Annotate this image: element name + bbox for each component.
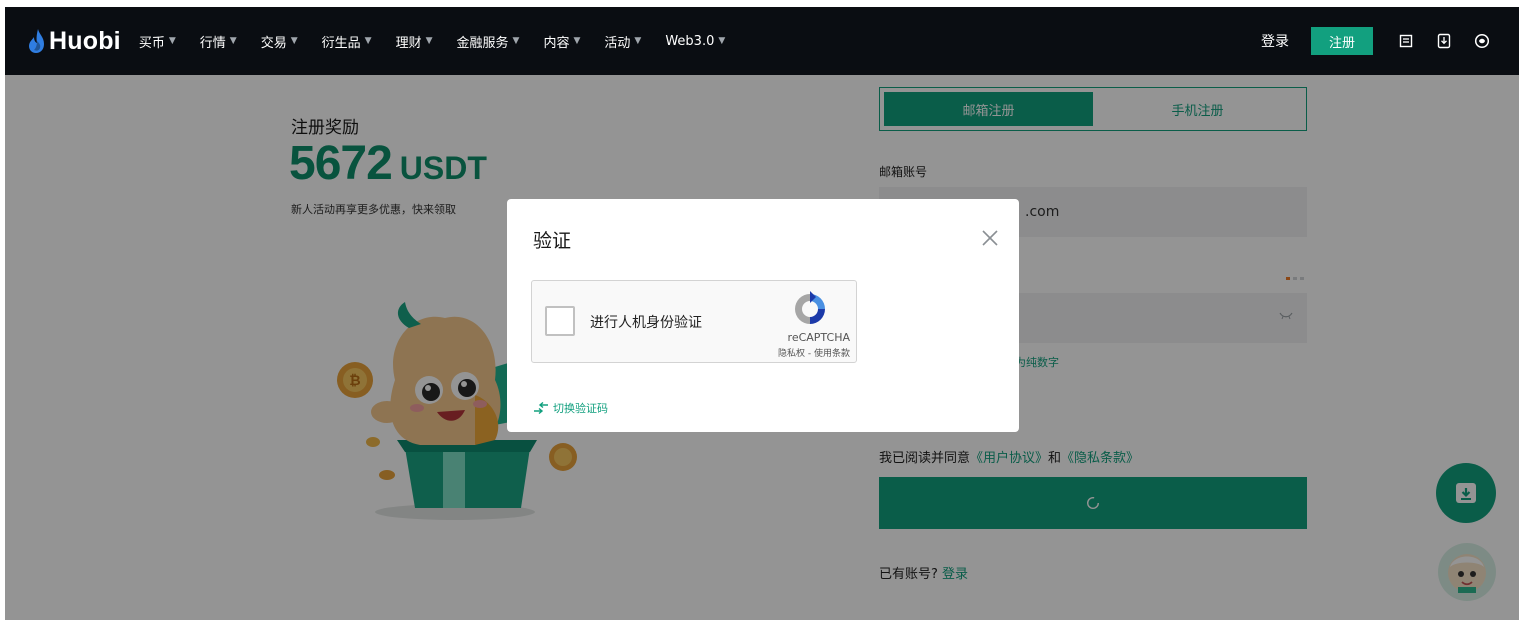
main-menu: 买币 ▼ 行情 ▼ 交易 ▼ 衍生品 ▼ 理财 ▼ 金融服务 ▼ 内容 ▼ 活动 ▼ Web3.…	[139, 32, 749, 51]
login-link[interactable]: 登录	[1261, 31, 1289, 51]
verification-modal: 验证 进行人机身份验证 reCAPTCHA 隐私权 - 使用条款 切换验证码	[507, 199, 1019, 432]
chevron-down-icon: ▼	[229, 36, 237, 46]
huobi-logo[interactable]: Huobi	[28, 27, 121, 56]
signup-button[interactable]: 注册	[1311, 27, 1373, 55]
logo-text: Huobi	[49, 26, 121, 55]
nav-item-web3[interactable]: Web3.0 ▼	[665, 34, 725, 49]
chevron-down-icon: ▼	[573, 36, 581, 46]
top-navbar: Huobi 买币 ▼ 行情 ▼ 交易 ▼ 衍生品 ▼ 理财 ▼ 金融服务 ▼ 内容 ▼ 活动 ▼…	[5, 7, 1519, 75]
orders-icon[interactable]	[1387, 7, 1425, 75]
recaptcha-label: 进行人机身份验证	[590, 315, 702, 331]
recaptcha-privacy-terms-link[interactable]: 隐私权 - 使用条款	[718, 346, 850, 359]
flame-logo-icon	[29, 29, 44, 53]
browser-viewport: Huobi 买币 ▼ 行情 ▼ 交易 ▼ 衍生品 ▼ 理财 ▼ 金融服务 ▼ 内容 ▼ 活动 ▼…	[5, 7, 1519, 620]
chevron-down-icon: ▼	[168, 36, 176, 46]
close-icon[interactable]	[977, 225, 1003, 251]
nav-item-earn[interactable]: 理财 ▼	[396, 32, 433, 51]
chevron-down-icon: ▼	[718, 36, 726, 46]
modal-title: 验证	[533, 230, 572, 252]
nav-item-derivatives[interactable]: 衍生品 ▼	[322, 32, 372, 51]
chevron-down-icon: ▼	[425, 36, 433, 46]
chevron-down-icon: ▼	[290, 36, 298, 46]
download-icon[interactable]	[1425, 7, 1463, 75]
nav-actions: 登录 注册	[1261, 7, 1519, 75]
switch-captcha-label: 切换验证码	[553, 402, 608, 415]
nav-item-content[interactable]: 内容 ▼	[543, 32, 580, 51]
nav-item-buy-crypto[interactable]: 买币 ▼	[139, 32, 176, 51]
nav-item-markets[interactable]: 行情 ▼	[200, 32, 237, 51]
chevron-down-icon: ▼	[512, 36, 520, 46]
chevron-down-icon: ▼	[634, 36, 642, 46]
recaptcha-widget: 进行人机身份验证 reCAPTCHA 隐私权 - 使用条款	[531, 280, 857, 363]
language-icon[interactable]	[1463, 7, 1501, 75]
chevron-down-icon: ▼	[364, 36, 372, 46]
switch-captcha-link[interactable]: 切换验证码	[533, 400, 608, 416]
recaptcha-logo-icon	[795, 291, 825, 324]
recaptcha-brand: reCAPTCHA	[787, 331, 850, 344]
nav-item-financial-services[interactable]: 金融服务 ▼	[457, 32, 520, 51]
nav-item-trade[interactable]: 交易 ▼	[261, 32, 298, 51]
switch-arrows-icon	[534, 402, 548, 414]
nav-item-events[interactable]: 活动 ▼	[604, 32, 641, 51]
recaptcha-checkbox[interactable]	[545, 306, 575, 336]
